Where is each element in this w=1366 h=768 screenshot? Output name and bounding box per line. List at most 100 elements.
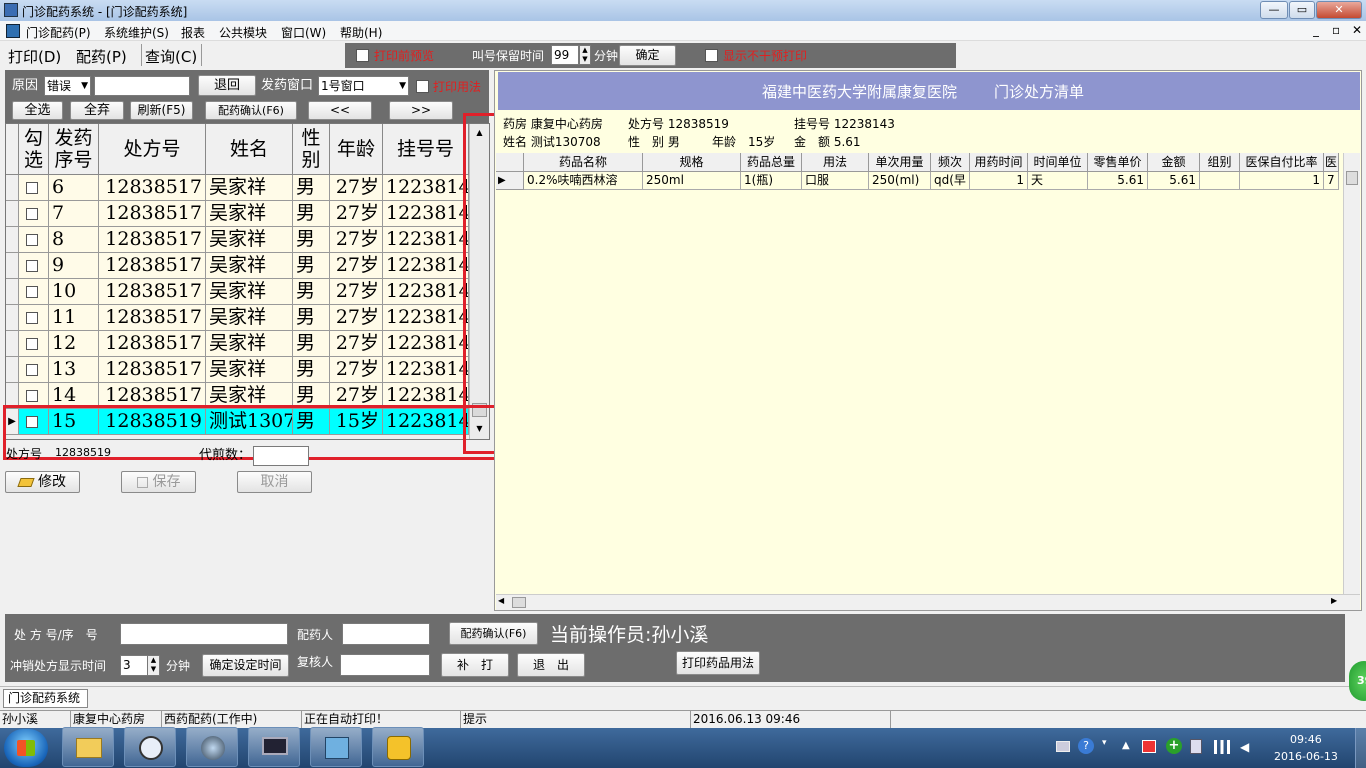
row-indicator[interactable] [6, 305, 19, 331]
show-desktop-button[interactable] [1355, 728, 1366, 768]
row-checkbox-cell[interactable] [19, 357, 49, 383]
tray-plus-icon[interactable]: + [1166, 738, 1182, 754]
tray-settings-icon[interactable]: ▾ [1102, 738, 1112, 754]
select-all-button[interactable]: 全选 [12, 101, 63, 120]
proxy-decoct-input[interactable] [253, 446, 309, 466]
menu-help[interactable]: 帮助(H) [340, 24, 382, 41]
menu-maintenance[interactable]: 系统维护(S) [104, 24, 169, 41]
row-checkbox[interactable] [26, 312, 38, 324]
row-indicator[interactable] [6, 279, 19, 305]
row-checkbox[interactable] [26, 338, 38, 350]
mdi-window-tab[interactable]: 门诊配药系统 [3, 689, 88, 708]
row-checkbox-cell[interactable] [19, 201, 49, 227]
row-checkbox[interactable] [26, 286, 38, 298]
report-header-amount[interactable]: 金额 [1148, 153, 1200, 172]
taskbar-compass[interactable] [186, 727, 238, 767]
taskbar-explorer[interactable] [62, 727, 114, 767]
cancel-button[interactable]: 取消 [237, 471, 312, 493]
menu-dispense[interactable]: 门诊配药(P) [26, 24, 91, 41]
tab-print[interactable]: 打印(D) [8, 46, 61, 67]
taskbar-computer[interactable] [248, 727, 300, 767]
cancel-time-spinner[interactable]: ▲ ▼ [147, 655, 160, 676]
confirm-button[interactable]: 确定 [619, 45, 676, 66]
mdi-close-button[interactable]: ✕ [1352, 23, 1362, 37]
reprint-button[interactable]: 补 打 [441, 653, 509, 677]
scroll-left-icon[interactable]: ◀ [498, 596, 504, 605]
row-checkbox-cell[interactable] [19, 227, 49, 253]
cancel-time-input[interactable]: 3 [120, 655, 148, 676]
minimize-button[interactable]: — [1260, 1, 1288, 19]
grid-header-seq[interactable]: 发药序号 [49, 124, 99, 175]
grid-header-sex[interactable]: 性别 [293, 124, 330, 175]
print-preview-checkbox[interactable] [356, 49, 369, 62]
report-header-group[interactable]: 组别 [1200, 153, 1240, 172]
scroll-thumb[interactable] [512, 597, 526, 608]
tray-keyboard-icon[interactable] [1056, 741, 1070, 752]
row-checkbox[interactable] [26, 390, 38, 402]
dispense-confirm-button[interactable]: 配药确认(F6) [205, 101, 297, 120]
print-usage-button[interactable]: 打印药品用法 [676, 651, 760, 675]
grid-header-rx[interactable]: 处方号 [99, 124, 206, 175]
reviewer-input[interactable] [340, 654, 430, 676]
tray-expand-icon[interactable]: ▲ [1122, 740, 1130, 751]
start-button[interactable] [4, 729, 48, 767]
rx-seq-input[interactable] [120, 623, 288, 645]
row-checkbox-cell[interactable] [19, 253, 49, 279]
clock-time[interactable]: 09:46 [1290, 733, 1322, 746]
set-time-button[interactable]: 确定设定时间 [202, 654, 289, 677]
report-row-indicator[interactable]: ▶ [496, 172, 524, 190]
report-hscrollbar[interactable]: ◀ ▶ [496, 594, 1360, 610]
call-keep-spinner[interactable]: ▲ ▼ [579, 45, 591, 65]
notification-badge[interactable]: 39 [1349, 661, 1366, 701]
next-page-button[interactable]: >> [389, 101, 453, 120]
tray-volume-icon[interactable]: ◀ [1240, 740, 1254, 754]
prev-page-button[interactable]: << [308, 101, 372, 120]
refresh-button[interactable]: 刷新(F5) [130, 101, 193, 120]
row-checkbox[interactable] [26, 208, 38, 220]
maximize-button[interactable]: ▭ [1289, 1, 1315, 19]
reason-select[interactable]: 错误 ▼ [44, 76, 91, 96]
dispenser-input[interactable] [342, 623, 430, 645]
edit-button[interactable]: 修改 [5, 471, 80, 493]
tray-network-icon[interactable] [1214, 740, 1230, 754]
report-header-usage[interactable]: 用法 [802, 153, 869, 172]
row-indicator[interactable] [6, 201, 19, 227]
menu-reports[interactable]: 报表 [181, 24, 205, 41]
row-indicator[interactable] [6, 253, 19, 279]
call-keep-input[interactable]: 99 [551, 45, 579, 65]
report-header-extra[interactable]: 医 [1324, 153, 1339, 172]
row-indicator[interactable] [6, 227, 19, 253]
grid-header-reg[interactable]: 挂号号 [383, 124, 469, 175]
tab-dispense[interactable]: 配药(P) [76, 46, 127, 67]
report-header-name[interactable]: 药品名称 [524, 153, 643, 172]
mdi-restore-button[interactable]: ▫ [1332, 23, 1340, 37]
report-vscrollbar[interactable] [1343, 153, 1360, 594]
save-button[interactable]: 保存 [121, 471, 196, 493]
report-header-freq[interactable]: 频次 [931, 153, 970, 172]
scroll-right-icon[interactable]: ▶ [1331, 596, 1337, 605]
grid-header-age[interactable]: 年龄 [330, 124, 383, 175]
exit-button[interactable]: 退 出 [517, 653, 585, 677]
reason-text-input[interactable] [94, 76, 190, 96]
taskbar-pharmacy[interactable] [372, 727, 424, 767]
row-indicator[interactable] [6, 175, 19, 201]
tray-flag-icon[interactable] [1142, 740, 1156, 753]
row-indicator[interactable] [6, 331, 19, 357]
row-checkbox[interactable] [26, 260, 38, 272]
row-checkbox-cell[interactable] [19, 331, 49, 357]
report-header-ratio[interactable]: 医保自付比率 [1240, 153, 1324, 172]
row-checkbox-cell[interactable] [19, 175, 49, 201]
report-header-total[interactable]: 药品总量 [741, 153, 802, 172]
menu-window[interactable]: 窗口(W) [281, 24, 326, 41]
discard-all-button[interactable]: 全弃 [70, 101, 124, 120]
row-checkbox-cell[interactable] [19, 279, 49, 305]
report-header-dose[interactable]: 单次用量 [869, 153, 931, 172]
bottom-dispense-confirm-button[interactable]: 配药确认(F6) [449, 622, 538, 645]
return-button[interactable]: 退回 [198, 75, 256, 96]
row-indicator[interactable] [6, 357, 19, 383]
row-checkbox[interactable] [26, 234, 38, 246]
report-header-unit[interactable]: 时间单位 [1028, 153, 1088, 172]
tray-usb-icon[interactable] [1190, 739, 1202, 754]
report-header-spec[interactable]: 规格 [643, 153, 741, 172]
close-button[interactable]: ✕ [1316, 1, 1362, 19]
